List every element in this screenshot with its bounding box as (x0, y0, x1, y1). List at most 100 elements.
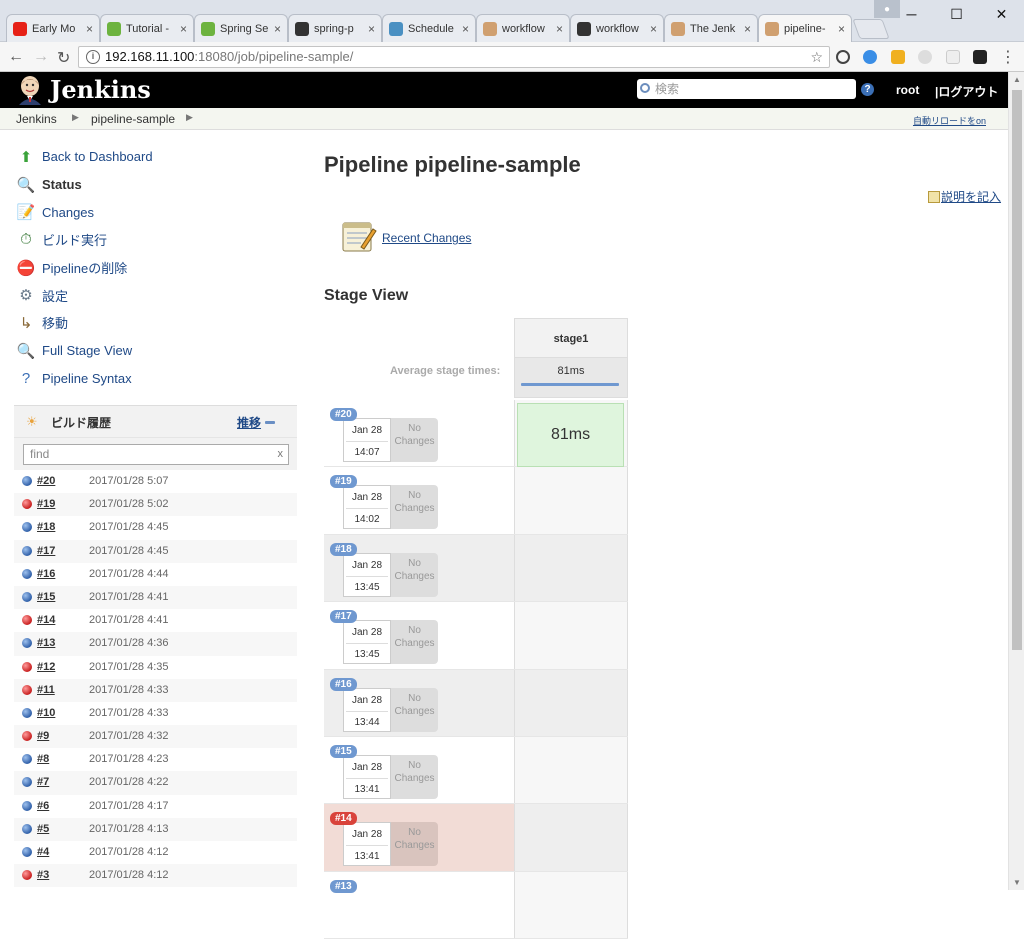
build-date[interactable]: 2017/01/28 4:32 (89, 730, 169, 742)
build-link[interactable]: #5 (37, 823, 49, 835)
build-link[interactable]: #16 (37, 568, 55, 580)
task-3[interactable]: 📝 Changes (16, 198, 296, 226)
browser-tab[interactable]: workflow × (570, 14, 664, 42)
build-date[interactable]: 2017/01/28 4:23 (89, 753, 169, 765)
edit-description-link[interactable]: 説明を記入 (928, 188, 1001, 205)
stage-cell[interactable] (514, 871, 628, 939)
build-link[interactable]: #3 (37, 869, 49, 881)
scroll-down-icon[interactable]: ▼ (1013, 878, 1021, 887)
logout-link[interactable]: |ログアウト (935, 83, 998, 100)
success-ball-icon[interactable] (22, 754, 32, 765)
build-date[interactable]: 2017/01/28 4:36 (89, 637, 169, 649)
help-icon[interactable]: ? (861, 83, 874, 96)
failed-ball-icon[interactable] (22, 684, 32, 695)
build-link[interactable]: #12 (37, 661, 55, 673)
browser-tab[interactable]: The Jenk × (664, 14, 758, 42)
browser-tab[interactable]: Early Mo × (6, 14, 100, 42)
build-number-badge[interactable]: #13 (330, 879, 357, 893)
reload-icon[interactable]: ↻ (57, 48, 70, 68)
build-number-badge[interactable]: #17 (330, 610, 357, 624)
tab-close-icon[interactable]: × (462, 22, 469, 36)
build-date[interactable]: 2017/01/28 4:35 (89, 661, 169, 673)
task-9[interactable]: ? Pipeline Syntax (16, 365, 296, 393)
build-number-badge[interactable]: #15 (330, 744, 357, 758)
user-link[interactable]: root (896, 83, 919, 97)
task-6[interactable]: ⚙ 設定 (16, 281, 296, 309)
build-date[interactable]: 2017/01/28 4:45 (89, 545, 169, 557)
build-number-badge[interactable]: #20 (330, 408, 357, 421)
jenkins-title[interactable]: Jenkins (50, 75, 151, 104)
breadcrumb-pipeline-sample[interactable]: pipeline-sample (91, 112, 175, 126)
build-date[interactable]: 2017/01/28 4:41 (89, 614, 169, 626)
build-number-badge[interactable]: #14 (330, 812, 357, 826)
build-date[interactable]: 2017/01/28 4:12 (89, 846, 169, 858)
task-1[interactable]: ⬆ Back to Dashboard (16, 143, 296, 171)
build-link[interactable]: #13 (37, 637, 55, 649)
back-arrow-icon[interactable]: ← (8, 48, 24, 66)
minimize-icon[interactable]: ─ (889, 0, 934, 28)
build-filter-input[interactable]: find x (23, 444, 289, 465)
stage-cell[interactable]: 81ms (514, 400, 628, 467)
tab-close-icon[interactable]: × (86, 22, 93, 36)
browser-tab[interactable]: Schedule × (382, 14, 476, 42)
maximize-icon[interactable]: ☐ (934, 0, 979, 28)
build-date[interactable]: 2017/01/28 4:22 (89, 776, 169, 788)
build-date[interactable]: 2017/01/28 4:12 (89, 869, 169, 881)
stage-cell[interactable] (514, 669, 628, 736)
failed-ball-icon[interactable] (22, 615, 32, 626)
failed-ball-icon[interactable] (22, 499, 32, 510)
build-link[interactable]: #4 (37, 846, 49, 858)
build-date[interactable]: 2017/01/28 4:33 (89, 684, 169, 696)
success-ball-icon[interactable] (22, 800, 32, 811)
breadcrumb-chevron-icon[interactable]: ▶ (186, 112, 193, 123)
build-link[interactable]: #19 (37, 498, 55, 510)
build-link[interactable]: #11 (37, 684, 55, 696)
stage-cell[interactable] (514, 467, 628, 534)
build-number-badge[interactable]: #18 (330, 542, 357, 556)
success-ball-icon[interactable] (22, 591, 32, 602)
auto-refresh-link[interactable]: 自動リロードをon (913, 114, 986, 127)
browser-tab[interactable]: pipeline- × (758, 14, 852, 42)
stage-cell[interactable] (514, 804, 628, 871)
extension-icon-3[interactable] (891, 50, 905, 64)
breadcrumb-jenkins[interactable]: Jenkins (16, 112, 57, 126)
tab-close-icon[interactable]: × (650, 22, 657, 36)
build-link[interactable]: #9 (37, 730, 49, 742)
tab-close-icon[interactable]: × (744, 22, 751, 36)
close-window-icon[interactable]: ✕ (979, 0, 1024, 28)
browser-tab[interactable]: workflow × (476, 14, 570, 42)
forward-arrow-icon[interactable]: → (33, 48, 49, 66)
site-info-icon[interactable]: i (86, 50, 100, 64)
build-link[interactable]: #17 (37, 545, 55, 557)
extension-icon-5[interactable] (946, 50, 960, 64)
stage-cell[interactable] (514, 602, 628, 669)
jenkins-search-input[interactable]: 検索 (637, 79, 856, 99)
stage-cell[interactable] (514, 736, 628, 804)
success-ball-icon[interactable] (22, 476, 32, 486)
clear-filter-icon[interactable]: x (278, 445, 284, 464)
build-link[interactable]: #14 (37, 614, 55, 626)
task-8[interactable]: 🔍 Full Stage View (16, 337, 296, 365)
browser-tab[interactable]: Tutorial - × (100, 14, 194, 42)
build-date[interactable]: 2017/01/28 4:33 (89, 707, 169, 719)
build-link[interactable]: #7 (37, 776, 49, 788)
failed-ball-icon[interactable] (22, 870, 32, 881)
build-link[interactable]: #6 (37, 800, 49, 812)
new-tab-button[interactable] (852, 19, 890, 39)
task-2[interactable]: 🔍 Status (16, 171, 296, 199)
build-date[interactable]: 2017/01/28 4:17 (89, 800, 169, 812)
build-number-badge[interactable]: #19 (330, 475, 357, 489)
task-5[interactable]: ⛔ Pipelineの削除 (16, 254, 296, 282)
build-date[interactable]: 2017/01/28 4:45 (89, 521, 169, 533)
success-ball-icon[interactable] (22, 777, 32, 788)
success-ball-icon[interactable] (22, 638, 32, 649)
tab-close-icon[interactable]: × (180, 22, 187, 36)
build-link[interactable]: #18 (37, 521, 55, 533)
address-bar[interactable]: i 192.168.11.100:18080/job/pipeline-samp… (78, 46, 830, 68)
build-link[interactable]: #20 (37, 475, 55, 487)
trend-link[interactable]: 推移 (237, 414, 261, 431)
build-date[interactable]: 2017/01/28 4:13 (89, 823, 169, 835)
page-scrollbar[interactable]: ▲ ▼ (1008, 72, 1024, 890)
build-date[interactable]: 2017/01/28 5:07 (89, 475, 169, 487)
success-ball-icon[interactable] (22, 847, 32, 857)
